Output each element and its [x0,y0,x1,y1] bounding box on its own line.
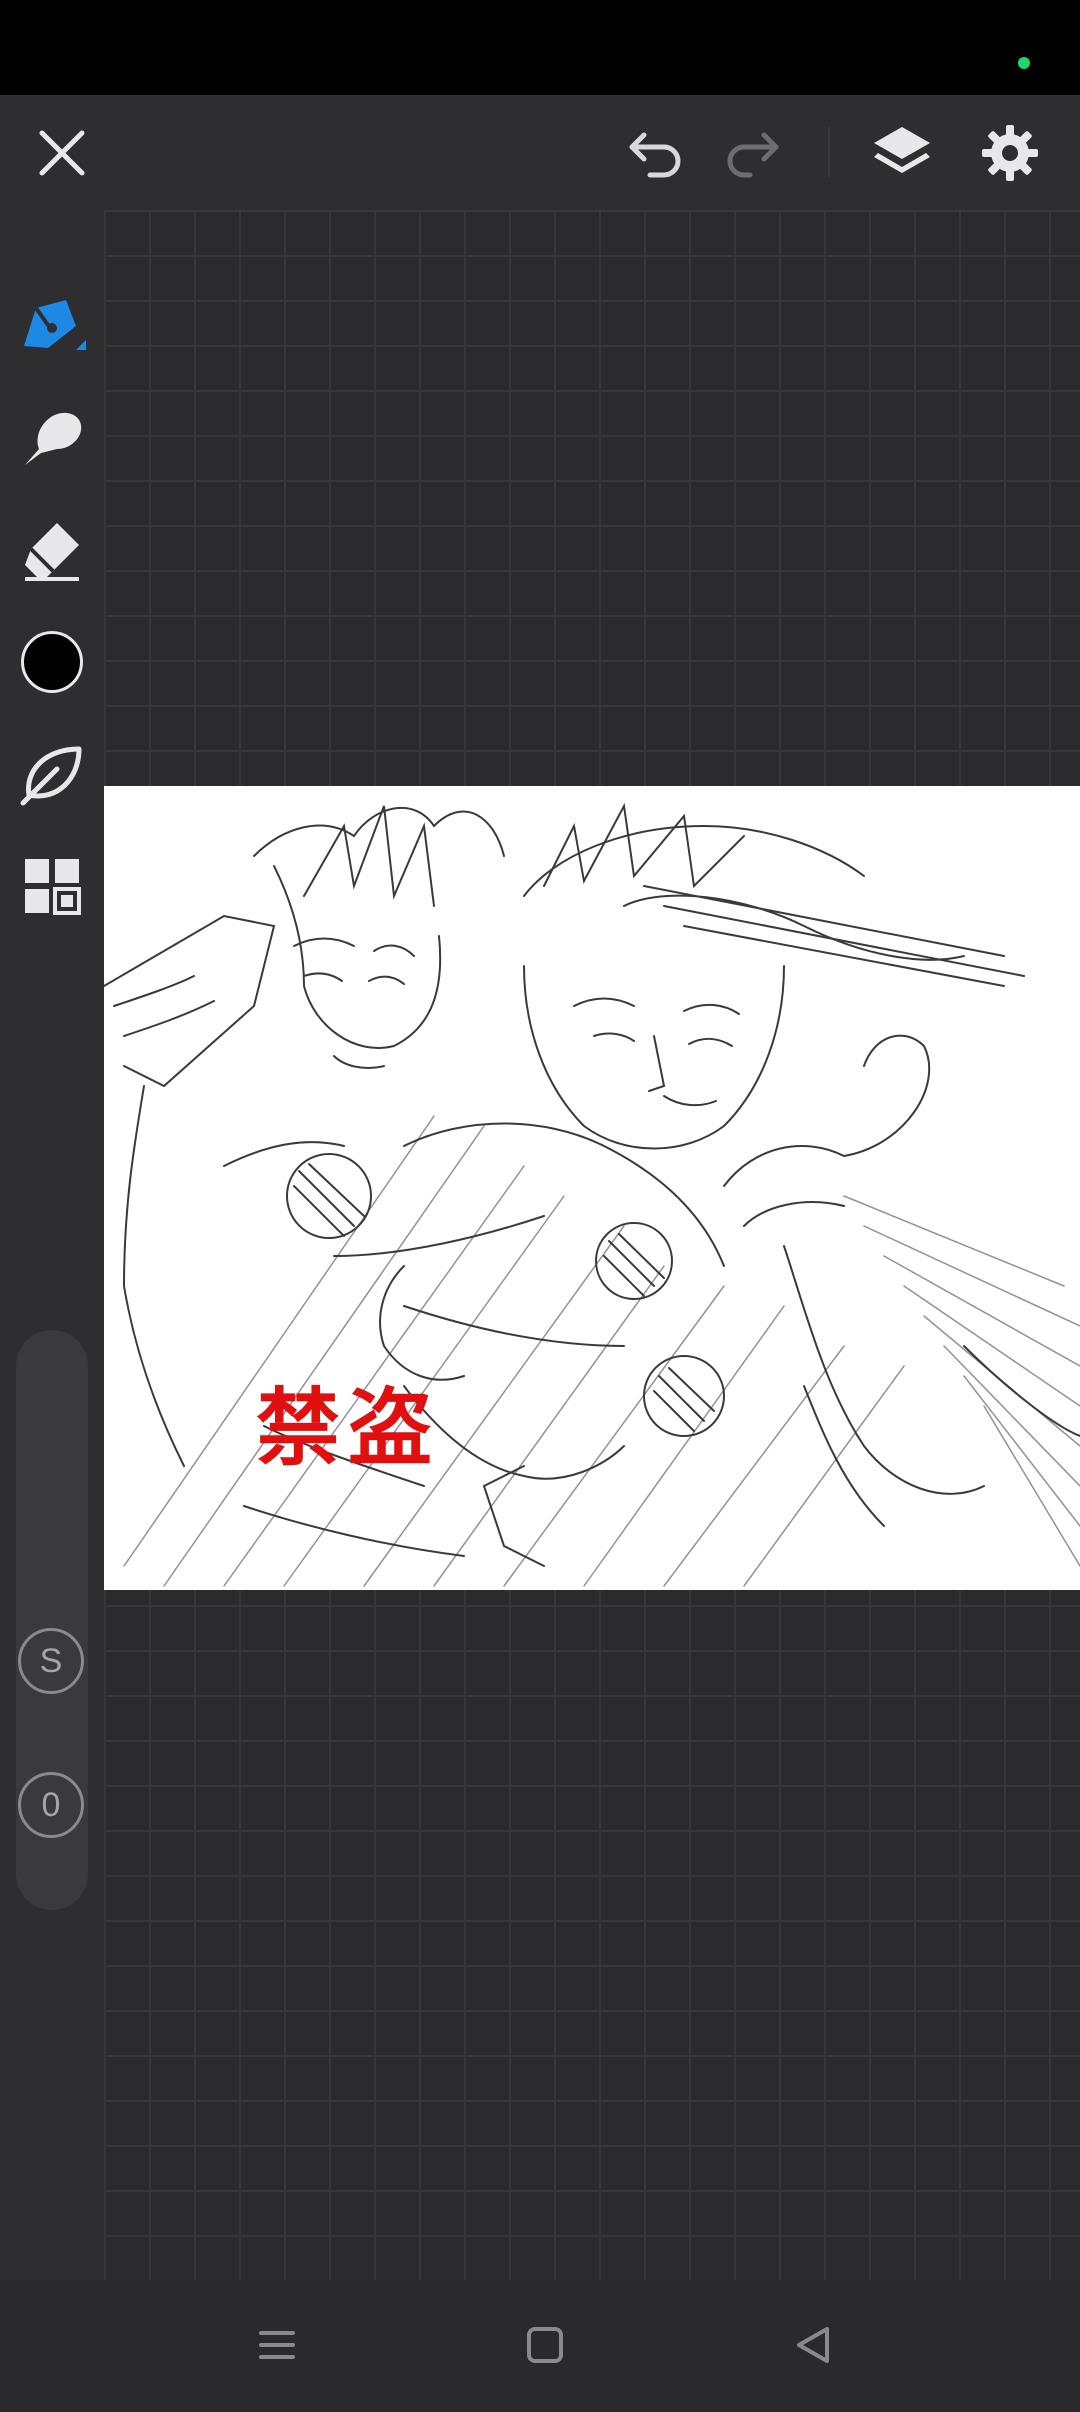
toolbar-divider [828,127,830,177]
drawing-canvas[interactable]: 禁盗 [104,786,1080,1590]
sketch-artwork [104,802,1080,1587]
color-swatch [21,631,83,693]
settings-icon [982,125,1038,181]
home-icon [527,2327,563,2363]
smudge-tool-button[interactable] [10,396,94,480]
grid-menu-icon [25,859,81,915]
opacity-slider-knob[interactable]: 0 [18,1772,84,1838]
status-bar [0,0,1080,95]
close-button[interactable] [22,113,102,193]
eraser-tool-button[interactable] [10,508,94,592]
redo-icon [727,132,779,178]
settings-button[interactable] [970,113,1050,193]
more-tools-button[interactable] [10,844,94,928]
layers-icon [874,127,930,173]
smudge-brush-icon [25,412,82,465]
system-navigation-bar [0,2280,1080,2412]
size-slider-label: S [39,1641,63,1680]
size-slider-knob[interactable]: S [18,1628,84,1694]
back-icon [797,2327,829,2363]
color-picker-button[interactable] [10,620,94,704]
leaf-brush-icon [20,746,82,806]
opacity-slider-label: 0 [41,1785,61,1824]
menu-icon [259,2331,295,2359]
pen-tool-button[interactable] [10,284,94,368]
redo-button[interactable] [712,113,792,193]
top-toolbar [0,95,1080,210]
pen-icon [24,300,86,350]
layers-button[interactable] [862,113,942,193]
undo-icon [629,132,681,178]
status-indicator-dot [1018,57,1030,69]
undo-button[interactable] [616,113,696,193]
watermark-text: 禁盗 [256,1378,441,1477]
recent-apps-button[interactable] [232,2310,322,2380]
brush-library-button[interactable] [10,732,94,816]
home-button[interactable] [500,2310,590,2380]
eraser-icon [25,523,79,581]
back-button[interactable] [768,2310,858,2380]
left-toolbar: S 0 [0,210,104,2280]
close-icon [39,130,85,176]
